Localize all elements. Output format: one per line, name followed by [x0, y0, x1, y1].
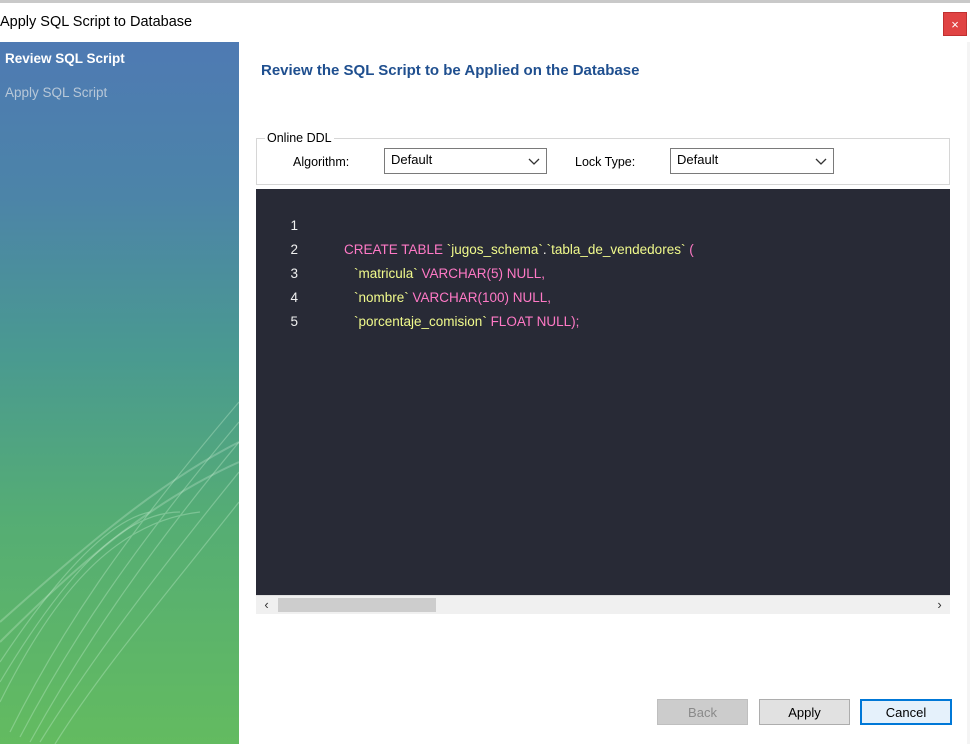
- apply-button[interactable]: Apply: [759, 699, 850, 725]
- scroll-left-icon[interactable]: ‹: [258, 596, 275, 614]
- close-button[interactable]: ×: [943, 12, 967, 36]
- step-apply-sql-script: Apply SQL Script: [5, 85, 108, 100]
- main-panel: Review the SQL Script to be Applied on t…: [239, 42, 970, 744]
- wizard-sidebar: Review SQL Script Apply SQL Script: [0, 42, 239, 744]
- code-line: 1 CREATE TABLE `jugos_schema`.`tabla_de_…: [256, 190, 950, 257]
- lock-type-label: Lock Type:: [575, 155, 636, 169]
- lock-type-value: Default: [677, 152, 719, 167]
- code-line: 3 `nombre` VARCHAR(100) NULL,: [256, 238, 950, 305]
- scrollbar-thumb[interactable]: [278, 598, 436, 612]
- online-ddl-group: Online DDL Algorithm: Default Lock Type:…: [256, 131, 950, 185]
- step-review-sql-script: Review SQL Script: [5, 51, 125, 66]
- chevron-down-icon: [528, 158, 540, 165]
- code-text: `porcentaje_comision` FLOAT NULL);: [354, 310, 579, 334]
- online-ddl-legend: Online DDL: [265, 131, 334, 145]
- code-line: 5: [256, 286, 950, 329]
- back-button[interactable]: Back: [657, 699, 748, 725]
- sql-keyword: FLOAT NULL);: [486, 314, 580, 329]
- close-icon: ×: [951, 16, 959, 32]
- sql-identifier: `porcentaje_comision`: [354, 314, 487, 329]
- line-number: 5: [290, 314, 298, 329]
- sidebar-decoration: [0, 401, 239, 744]
- horizontal-scrollbar[interactable]: ‹ ›: [256, 595, 950, 614]
- sql-script-editor[interactable]: 1 CREATE TABLE `jugos_schema`.`tabla_de_…: [256, 189, 950, 595]
- lock-type-select[interactable]: Default: [670, 148, 834, 174]
- code-line: 2 `matricula` VARCHAR(5) NULL,: [256, 214, 950, 281]
- algorithm-value: Default: [391, 152, 433, 167]
- code-line: 4 `porcentaje_comision` FLOAT NULL);: [256, 262, 950, 329]
- algorithm-label: Algorithm:: [293, 155, 350, 169]
- algorithm-select[interactable]: Default: [384, 148, 547, 174]
- title-bar-top-border: [0, 0, 970, 3]
- chevron-down-icon: [815, 158, 827, 165]
- page-heading: Review the SQL Script to be Applied on t…: [261, 62, 640, 79]
- cancel-button[interactable]: Cancel: [860, 699, 952, 725]
- scroll-right-icon[interactable]: ›: [931, 596, 948, 614]
- window-title: Apply SQL Script to Database: [0, 14, 193, 30]
- title-bar: Apply SQL Script to Database ×: [0, 0, 970, 42]
